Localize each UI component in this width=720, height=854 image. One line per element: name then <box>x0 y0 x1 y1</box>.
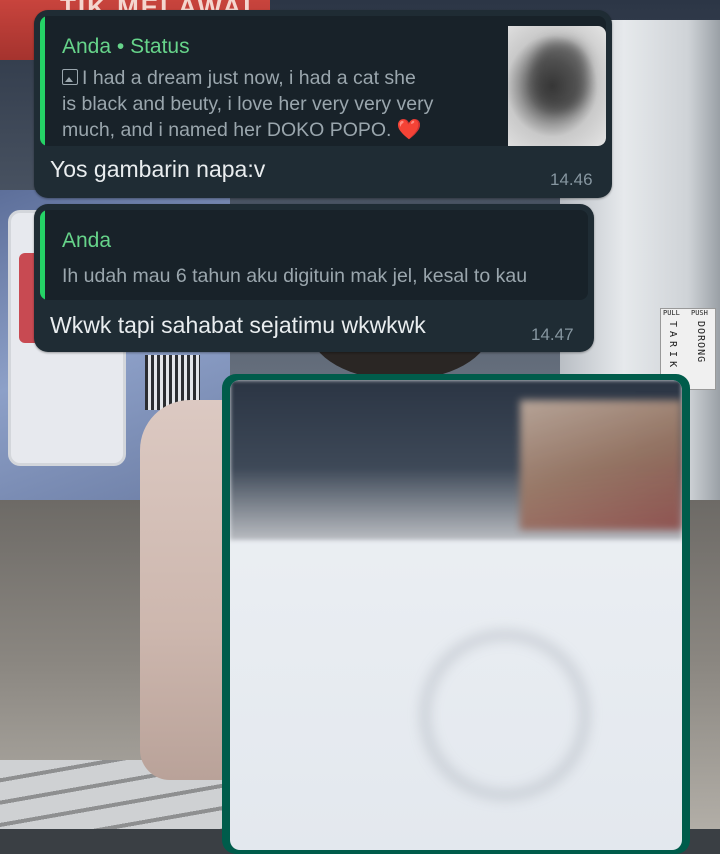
message-time: 14.47 <box>531 325 574 344</box>
image-message-bubble-outgoing[interactable] <box>222 374 690 854</box>
photo-icon <box>62 69 78 85</box>
message-text: Yos gambarin napa:v <box>50 156 266 182</box>
message-bubble-incoming[interactable]: Anda • Status I had a dream just now, i … <box>34 10 612 198</box>
photo-blurred-object <box>520 400 682 530</box>
quoted-status-reply[interactable]: Anda • Status I had a dream just now, i … <box>40 16 606 146</box>
message-time: 14.46 <box>550 170 593 189</box>
quoted-message-reply[interactable]: Anda Ih udah mau 6 tahun aku digituin ma… <box>40 210 588 300</box>
heart-emoji: ❤️ <box>396 119 422 141</box>
quote-accent-bar <box>40 210 45 300</box>
message-text: Wkwk tapi sahabat sejatimu wkwkwk <box>50 312 426 338</box>
message-bubble-incoming[interactable]: Anda Ih udah mau 6 tahun aku digituin ma… <box>34 204 594 352</box>
shared-photo[interactable] <box>230 380 682 850</box>
quote-text: I had a dream just now, i had a cat she … <box>62 67 434 141</box>
quote-accent-bar <box>40 16 45 146</box>
quote-text: Ih udah mau 6 tahun aku digituin mak jel… <box>62 265 528 287</box>
quote-author: Anda • Status <box>62 35 190 58</box>
photo-blurred-drawing <box>420 630 590 800</box>
status-thumbnail[interactable] <box>508 26 606 146</box>
quote-author: Anda <box>62 229 112 252</box>
